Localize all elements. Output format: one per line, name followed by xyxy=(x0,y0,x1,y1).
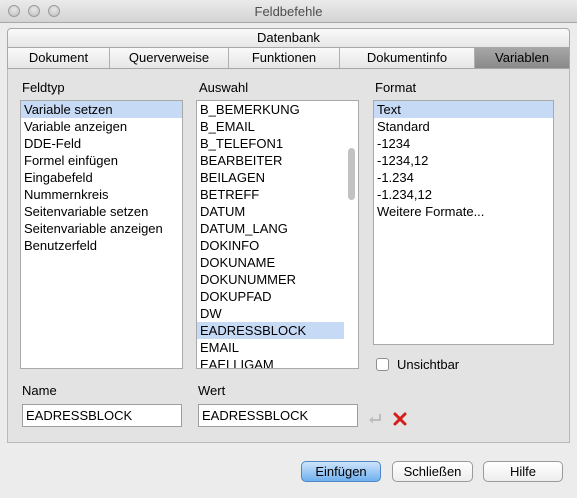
auswahl-scrollbar-thumb[interactable] xyxy=(348,148,355,200)
list-item[interactable]: Eingabefeld xyxy=(21,169,182,186)
list-item[interactable]: Standard xyxy=(374,118,553,135)
list-item[interactable]: DOKINFO xyxy=(197,237,358,254)
list-item[interactable]: DW xyxy=(197,305,358,322)
list-item[interactable]: BEILAGEN xyxy=(197,169,358,186)
list-item[interactable]: EAELLIGAM xyxy=(197,356,358,368)
tab-funktionen[interactable]: Funktionen xyxy=(229,48,340,68)
help-button[interactable]: Hilfe xyxy=(483,461,563,482)
window-title: Feldbefehle xyxy=(254,4,323,19)
list-item[interactable]: DDE-Feld xyxy=(21,135,182,152)
unsichtbar-checkbox[interactable] xyxy=(376,358,389,371)
title-bar: Feldbefehle xyxy=(0,0,577,23)
feldtyp-label: Feldtyp xyxy=(22,80,65,95)
list-item[interactable]: Variable setzen xyxy=(21,101,182,118)
list-item[interactable]: Weitere Formate... xyxy=(374,203,553,220)
list-item[interactable]: Formel einfügen xyxy=(21,152,182,169)
wert-label: Wert xyxy=(198,383,226,398)
format-list[interactable]: Text Standard -1234 -1234,12 -1.234 -1.2… xyxy=(373,100,554,345)
list-item[interactable]: Nummernkreis xyxy=(21,186,182,203)
list-item[interactable]: -1.234 xyxy=(374,169,553,186)
wert-field[interactable]: EADRESSBLOCK xyxy=(198,404,358,427)
name-field[interactable]: EADRESSBLOCK xyxy=(22,404,182,427)
tab-dokumentinfo[interactable]: Dokumentinfo xyxy=(340,48,475,68)
list-item[interactable]: Variable anzeigen xyxy=(21,118,182,135)
list-item[interactable]: EMAIL xyxy=(197,339,358,356)
auswahl-list[interactable]: B_BEMERKUNG B_EMAIL B_TELEFON1 BEARBEITE… xyxy=(196,100,359,369)
list-item[interactable]: B_TELEFON1 xyxy=(197,135,358,152)
list-item[interactable]: DOKUNAME xyxy=(197,254,358,271)
feldtyp-list[interactable]: Variable setzen Variable anzeigen DDE-Fe… xyxy=(20,100,183,369)
list-item[interactable]: -1234,12 xyxy=(374,152,553,169)
format-label: Format xyxy=(375,80,417,95)
list-item[interactable]: DATUM_LANG xyxy=(197,220,358,237)
list-item[interactable]: BETREFF xyxy=(197,186,358,203)
unsichtbar-label: Unsichtbar xyxy=(397,357,460,372)
delete-icon[interactable] xyxy=(392,411,408,430)
name-label: Name xyxy=(22,383,57,398)
apply-icon[interactable] xyxy=(368,412,382,429)
tab-querverweise[interactable]: Querverweise xyxy=(110,48,229,68)
close-button[interactable]: Schließen xyxy=(392,461,473,482)
list-item[interactable]: Text xyxy=(374,101,553,118)
list-item[interactable]: BEARBEITER xyxy=(197,152,358,169)
tab-dokument[interactable]: Dokument xyxy=(8,48,110,68)
list-item[interactable]: Seitenvariable anzeigen xyxy=(21,220,182,237)
list-item[interactable]: B_EMAIL xyxy=(197,118,358,135)
dialog-window: Feldbefehle Datenbank Dokument Querverwe… xyxy=(0,0,577,498)
list-item[interactable]: DATUM xyxy=(197,203,358,220)
list-item[interactable]: Seitenvariable setzen xyxy=(21,203,182,220)
list-item[interactable]: Benutzerfeld xyxy=(21,237,182,254)
insert-button[interactable]: Einfügen xyxy=(301,461,381,482)
tab-datenbank[interactable]: Datenbank xyxy=(7,28,570,48)
tab-variablen[interactable]: Variablen xyxy=(475,48,569,68)
list-item[interactable]: -1.234,12 xyxy=(374,186,553,203)
list-item[interactable]: EADRESSBLOCK xyxy=(197,322,344,339)
list-item[interactable]: DOKUPFAD xyxy=(197,288,358,305)
auswahl-label: Auswahl xyxy=(199,80,249,95)
tab-bar: Dokument Querverweise Funktionen Dokumen… xyxy=(7,48,570,69)
list-item[interactable]: B_BEMERKUNG xyxy=(197,101,358,118)
list-item[interactable]: DOKUNUMMER xyxy=(197,271,358,288)
list-item[interactable]: -1234 xyxy=(374,135,553,152)
